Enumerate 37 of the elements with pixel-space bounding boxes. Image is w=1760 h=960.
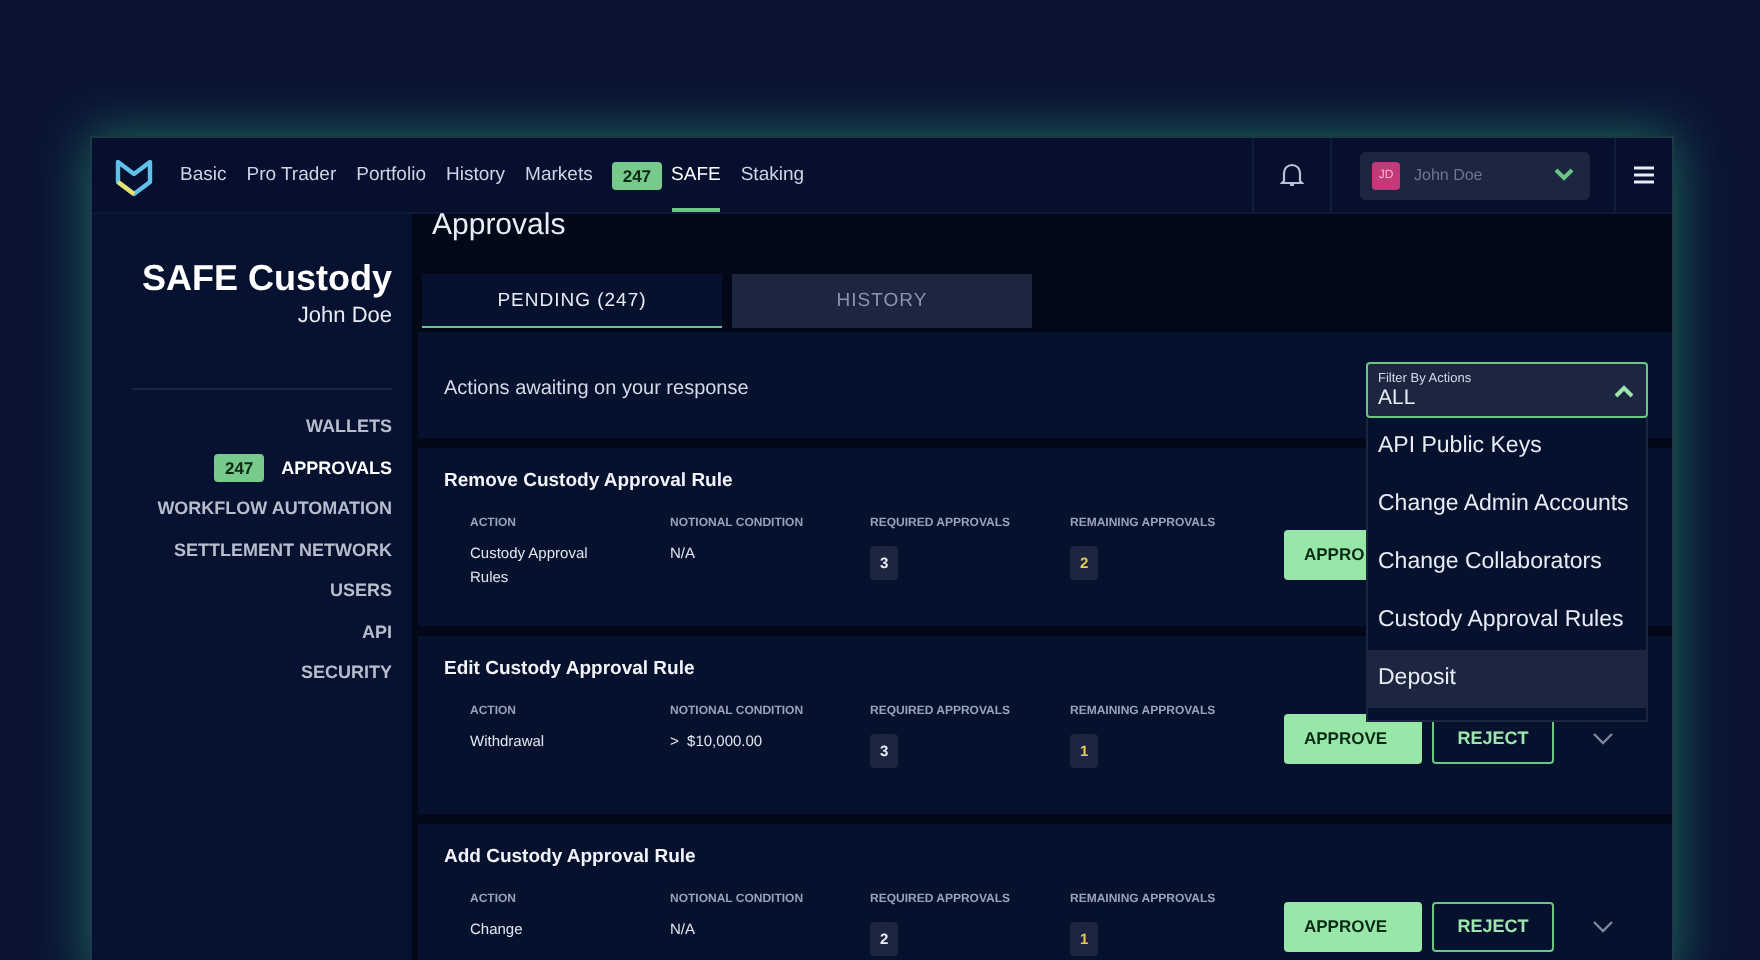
tab[interactable]: HISTORY [732,274,1032,328]
sidebar-item[interactable]: APPROVALS [281,457,392,478]
tab[interactable]: PENDING (247) [422,274,722,328]
sidebar-item[interactable]: WALLETS [306,416,392,437]
reject-button[interactable]: REJECT [1432,901,1554,951]
page-title: Approvals [432,208,568,244]
dropdown-option[interactable]: Custody Approval Rules [1368,592,1646,650]
panel-caption: Actions awaiting on your response [444,378,749,400]
dropdown-option[interactable]: Deposit [1368,650,1646,708]
nav-link[interactable]: Pro Trader [246,138,337,212]
sidebar-subtitle: John Doe [295,304,392,328]
chevron-down-icon [1554,168,1574,182]
nav-link[interactable]: Staking [740,138,805,212]
card-title: Add Custody Approval Rule [444,846,696,868]
approve-button[interactable]: APPROVE [1284,713,1422,763]
bell-icon[interactable] [1280,162,1304,188]
count-badge: 247 [612,161,662,189]
nav-link[interactable]: SAFE [671,138,721,212]
chevron-down-icon[interactable] [1592,731,1614,745]
sidebar-item[interactable]: API [361,621,392,642]
dropdown-option[interactable]: API Public Keys [1368,418,1646,476]
nav-link[interactable]: Portfolio [356,138,426,212]
dropdown-option[interactable]: Change Admin Accounts [1368,476,1646,534]
count-badge: 247 [214,453,264,482]
sidebar-item[interactable]: SECURITY [300,662,392,683]
approve-button[interactable]: APPROVE [1284,901,1422,951]
nav-link[interactable]: Basic [180,138,227,212]
card-title: Remove Custody Approval Rule [444,470,733,492]
sidebar-item[interactable]: WORKFLOW AUTOMATION [157,498,392,519]
menu-icon[interactable] [1634,166,1654,184]
nav-link[interactable]: History [445,138,506,212]
nav-link[interactable]: Markets [525,138,593,212]
card-title: Edit Custody Approval Rule [444,658,695,680]
sidebar-item[interactable]: SETTLEMENT NETWORK [174,539,392,560]
sidebar-item[interactable]: USERS [329,580,392,601]
chevron-down-icon[interactable] [1592,919,1614,933]
sidebar-title: SAFE Custody [139,258,392,300]
